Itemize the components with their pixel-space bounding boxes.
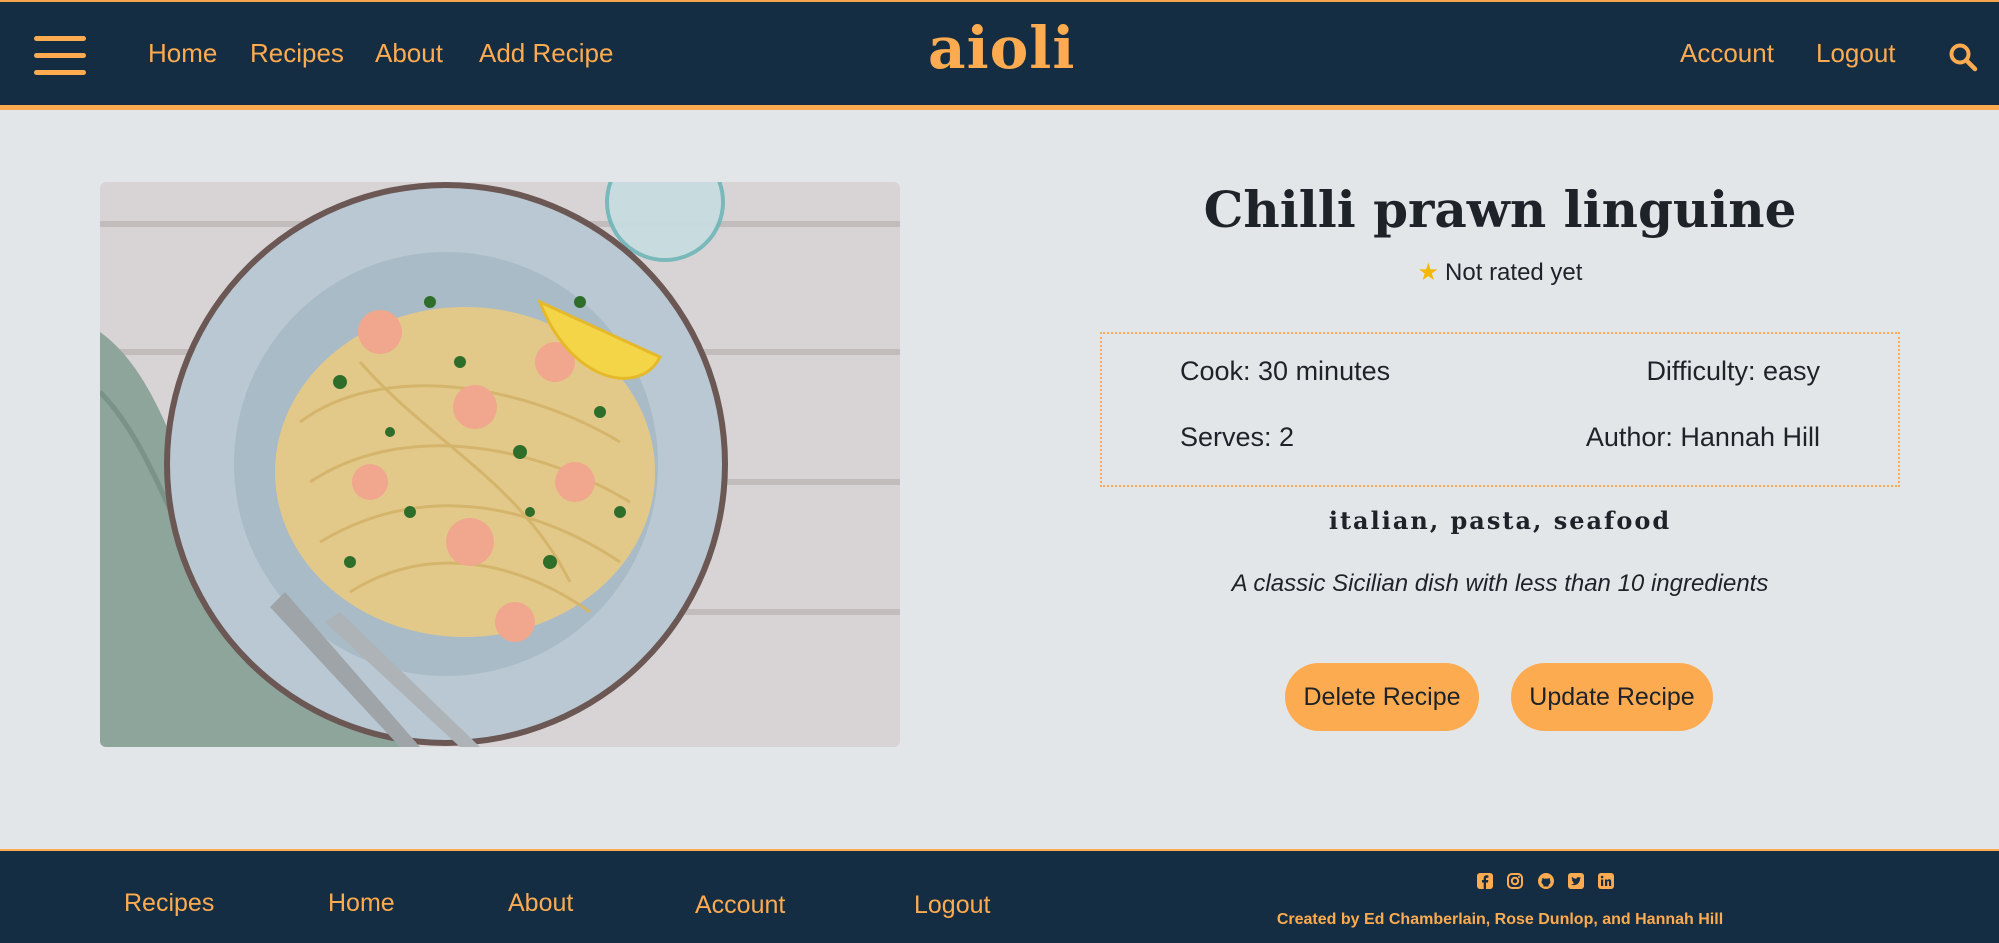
author: Author: Hannah Hill [1585, 422, 1820, 452]
nav-home-link[interactable]: Home [148, 38, 217, 69]
footer-credit: Created by Ed Chamberlain, Rose Dunlop, … [1276, 911, 1724, 928]
footer-about-link[interactable]: About [508, 889, 573, 918]
footer-home-link[interactable]: Home [328, 889, 395, 918]
site-logo[interactable]: aioli [928, 14, 1075, 82]
recipe-image [100, 182, 900, 747]
footer-account-link[interactable]: Account [695, 891, 785, 920]
nav-add-recipe-link[interactable]: Add Recipe [479, 38, 613, 69]
recipe-description: A classic Sicilian dish with less than 1… [1231, 570, 1769, 597]
nav-logout-link[interactable]: Logout [1816, 38, 1896, 69]
recipe-title: Chilli prawn linguine [1203, 180, 1797, 239]
footer: Recipes Home About Account Logout Create… [0, 849, 1999, 943]
footer-recipes-link[interactable]: Recipes [124, 889, 214, 918]
nav-recipes-link[interactable]: Recipes [250, 38, 344, 69]
hamburger-menu-icon[interactable] [34, 36, 86, 76]
serves: Serves: 2 [1180, 422, 1295, 452]
facebook-icon[interactable] [1477, 873, 1493, 889]
cook-time: Cook: 30 minutes [1180, 356, 1391, 386]
top-navbar: Home Recipes About Add Recipe aioli Acco… [0, 0, 1999, 110]
recipe-tags: italian, pasta, seafood [1328, 506, 1672, 535]
search-icon[interactable] [1948, 42, 1978, 72]
footer-logout-link[interactable]: Logout [914, 891, 990, 920]
recipe-info-box: Cook: 30 minutes Difficulty: easy Serves… [1100, 332, 1900, 487]
rating-text: Not rated yet [1445, 259, 1583, 286]
delete-recipe-button[interactable]: Delete Recipe [1285, 663, 1479, 731]
difficulty: Difficulty: easy [1646, 356, 1820, 386]
instagram-icon[interactable] [1507, 873, 1523, 889]
twitter-icon[interactable] [1568, 873, 1584, 889]
rating: ★ Not rated yet [1100, 258, 1900, 287]
github-icon[interactable] [1538, 873, 1554, 889]
nav-about-link[interactable]: About [375, 38, 443, 69]
nav-account-link[interactable]: Account [1680, 38, 1774, 69]
star-icon: ★ [1417, 259, 1440, 286]
linkedin-icon[interactable] [1598, 873, 1614, 889]
update-recipe-button[interactable]: Update Recipe [1511, 663, 1713, 731]
